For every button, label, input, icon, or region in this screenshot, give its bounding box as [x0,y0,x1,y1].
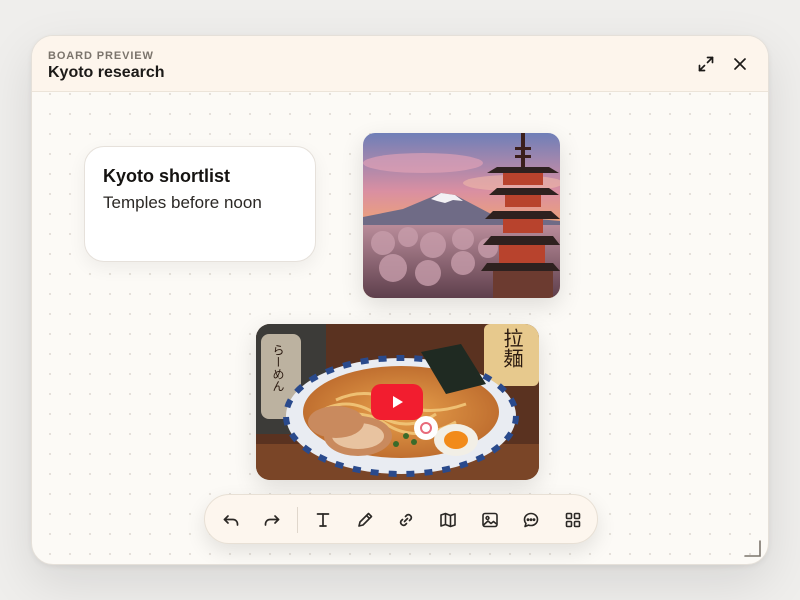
play-button[interactable] [371,384,423,420]
sticky-note-card[interactable]: Kyoto shortlist Temples before noon [84,146,316,262]
note-title: Kyoto shortlist [103,166,231,186]
video-card[interactable]: 拉麺 らーめん [256,324,539,480]
window-header: BOARD PREVIEW Kyoto research [32,36,768,92]
play-icon [393,396,403,408]
board-preview-window: BOARD PREVIEW Kyoto research Kyoto short… [31,35,769,565]
redo-button[interactable] [260,508,284,532]
redo-icon [264,515,280,526]
image-tool-button[interactable] [478,508,502,532]
link-icon [399,513,413,527]
comment-icon [523,512,539,528]
image-icon [482,512,498,528]
expand-button[interactable] [694,52,718,76]
resize-corner-icon [744,540,761,557]
close-icon [734,58,746,70]
board-toolbar [204,494,598,544]
board-title: Kyoto research [48,64,165,81]
close-button[interactable] [728,52,752,76]
mountain-pagoda-photo [363,133,560,298]
pen-tool-button[interactable] [353,508,377,532]
tea-cup-text: らーめん [271,344,285,392]
note-body: Temples before noon [103,193,262,212]
undo-button[interactable] [219,508,243,532]
text-cursor-icon [316,513,330,527]
map-icon [440,512,456,528]
link-tool-button[interactable] [394,508,418,532]
undo-icon [223,515,239,526]
toolbar-divider [297,507,298,533]
pencil-icon [358,512,373,527]
header-eyebrow: BOARD PREVIEW [48,50,154,62]
apps-grid-button[interactable] [561,508,585,532]
text-tool-button[interactable] [311,508,335,532]
expand-icon [698,56,714,72]
grid-icon [565,512,581,528]
comment-tool-button[interactable] [519,508,543,532]
image-card[interactable] [363,133,560,298]
ramen-sign-text: 拉麺 [500,328,524,368]
map-tool-button[interactable] [436,508,460,532]
resize-handle[interactable] [742,538,762,558]
